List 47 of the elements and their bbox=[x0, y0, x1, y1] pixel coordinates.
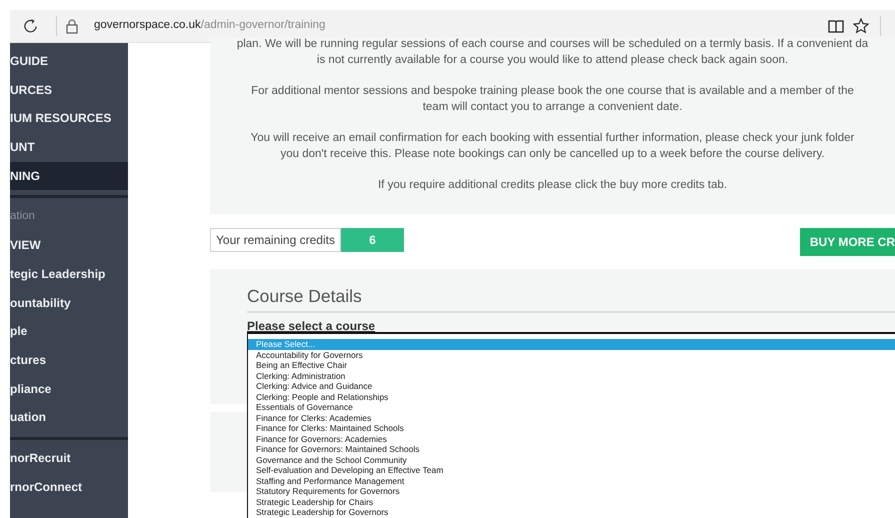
info-text: you don't receive this. Please note bookings can only be cancelled up to a week before the course delivery. bbox=[279, 146, 826, 162]
sidebar-item[interactable]: URCES bbox=[10, 76, 128, 104]
info-text: plan. We will be running regular sessions of each course and courses will be scheduled on a termly basis. If a convenient da bbox=[236, 37, 870, 52]
dropdown-option[interactable]: Strategic Leadership for Chairs bbox=[248, 496, 895, 507]
sidebar-item[interactable]: UNT bbox=[10, 133, 128, 162]
sidebar-item[interactable]: ple bbox=[10, 317, 128, 346]
dropdown-option[interactable]: Essentials of Governance bbox=[248, 402, 895, 412]
address-bar[interactable]: governorspace.co.uk/admin-governor/training bbox=[94, 17, 326, 35]
dropdown-option[interactable]: Finance for Governors: Maintained Schools bbox=[248, 444, 895, 454]
sidebar-item[interactable]: GUIDE bbox=[10, 47, 128, 76]
lock-icon bbox=[66, 18, 78, 34]
section-title: Course Details bbox=[247, 282, 895, 313]
info-text: You will receive an email confirmation for each booking with essential further information, please check your junk folder bbox=[250, 131, 856, 146]
sidebar-item[interactable]: ctures bbox=[10, 346, 128, 375]
sidebar-heading: ation bbox=[10, 209, 36, 224]
reading-view-icon[interactable] bbox=[828, 18, 844, 34]
star-icon[interactable] bbox=[853, 18, 869, 34]
info-text: For additional mentor sessions and bespoke training please book the one course that is available and a member of the bbox=[250, 84, 855, 99]
sidebar-item[interactable]: ountability bbox=[10, 288, 128, 318]
credits-count: 6 bbox=[341, 228, 404, 252]
sidebar-item[interactable]: IUM RESOURCES bbox=[10, 104, 128, 134]
sidebar-item[interactable]: NING bbox=[10, 162, 128, 190]
dropdown-option[interactable]: Clerking: People and Relationships bbox=[248, 392, 895, 402]
sidebar-item[interactable]: pliance bbox=[10, 374, 128, 404]
dropdown-option[interactable]: Accountability for Governors bbox=[248, 350, 895, 360]
dropdown-option[interactable]: Staffing and Performance Management bbox=[248, 476, 895, 486]
dropdown-option[interactable]: Clerking: Advice and Guidance bbox=[248, 381, 895, 392]
sidebar-item[interactable]: tegic Leadership bbox=[10, 260, 128, 288]
sidebar-item[interactable]: rnorConnect bbox=[10, 472, 128, 502]
dropdown-option[interactable]: Finance for Clerks: Maintained Schools bbox=[248, 423, 895, 434]
sidebar-item[interactable]: VIEW bbox=[10, 231, 128, 260]
dropdown-option[interactable]: Finance for Clerks: Academies bbox=[248, 412, 895, 423]
dropdown-option[interactable]: Strategic Leadership for Governors bbox=[248, 507, 895, 518]
info-text: If you require additional credits please click the buy more credits tab. bbox=[376, 178, 728, 193]
info-text: team will contact you to arrange a convenient date. bbox=[422, 100, 684, 114]
dropdown-option[interactable]: Finance for Governors: Academies bbox=[248, 434, 895, 444]
field-label: Please select a course bbox=[247, 318, 376, 335]
dropdown-option[interactable]: Self-evaluation and Developing an Effective Team bbox=[248, 465, 895, 476]
sidebar-item[interactable]: norRecruit bbox=[10, 444, 128, 473]
dropdown-option[interactable]: Clerking: Administration bbox=[248, 370, 895, 381]
info-text: is not currently available for a course you would like to attend please check back again soon. bbox=[316, 52, 790, 68]
dropdown-option[interactable]: Statutory Requirements for Governors bbox=[248, 486, 895, 496]
dropdown-option[interactable]: Governance and the School Community bbox=[248, 454, 895, 465]
credits-field: Your remaining credits bbox=[210, 228, 341, 252]
reload-icon[interactable] bbox=[23, 18, 38, 34]
sidebar-item[interactable]: uation bbox=[10, 403, 128, 432]
dropdown-option[interactable]: Being an Effective Chair bbox=[248, 360, 895, 370]
